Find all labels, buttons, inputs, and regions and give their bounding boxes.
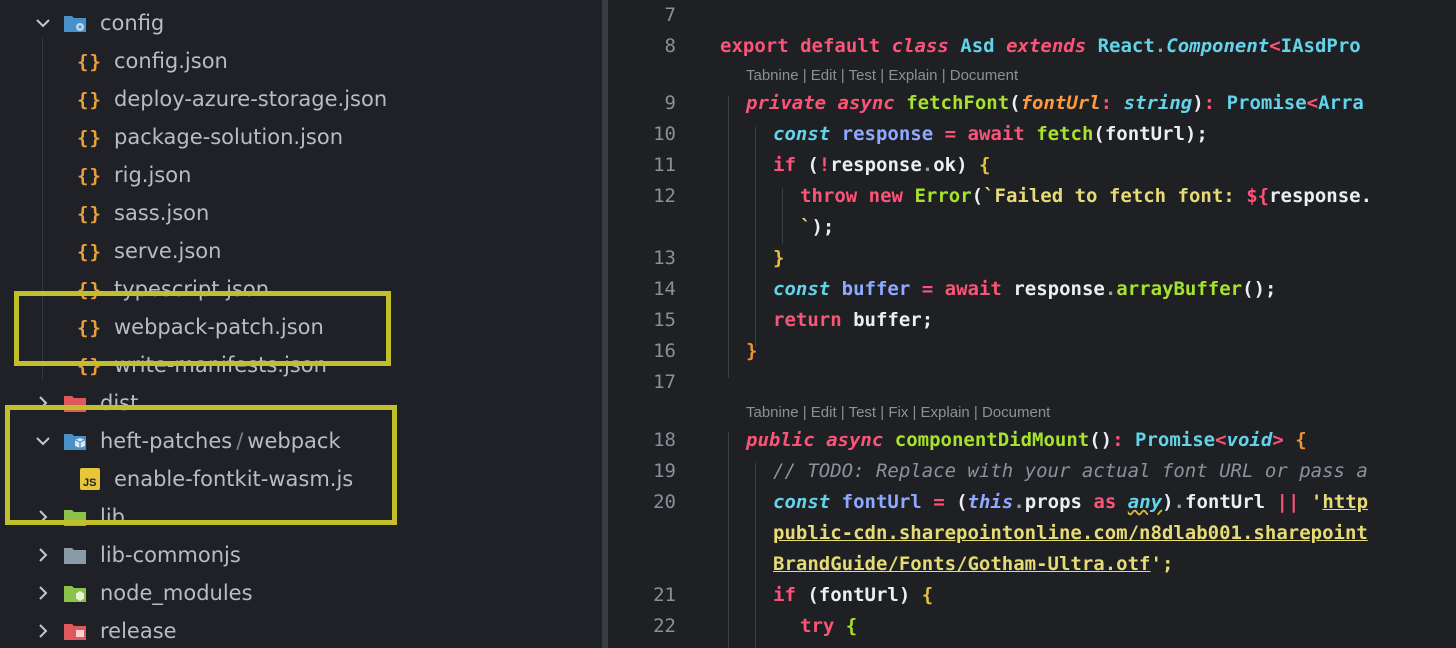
tree-file-package-solution-json[interactable]: {} package-solution.json: [0, 118, 602, 156]
tree-label: serve.json: [114, 239, 222, 263]
tabnine-codelens[interactable]: Tabnine | Edit | Test | Explain | Docume…: [746, 67, 1018, 84]
code-line-21: if (fontUrl) {: [773, 584, 934, 606]
tree-folder-node-modules[interactable]: node_modules: [0, 574, 602, 612]
tree-file-config-json[interactable]: {} config.json: [0, 42, 602, 80]
code-line-20: const fontUrl = (this.props as any).font…: [773, 491, 1369, 513]
code-line-19: // TODO: Replace with your actual font U…: [773, 460, 1368, 482]
code-line-18: public async componentDidMount(): Promis…: [746, 429, 1307, 451]
tree-file-deploy-azure-storage-json[interactable]: {} deploy-azure-storage.json: [0, 80, 602, 118]
json-icon: {}: [77, 51, 102, 73]
line-number: 21: [653, 584, 676, 606]
code-line-12: throw new Error(`Failed to fetch font: $…: [800, 185, 1373, 207]
indent-guide: [782, 188, 783, 244]
code-line-10: const response = await fetch(fontUrl);: [773, 123, 1208, 145]
tabnine-codelens[interactable]: Tabnine | Edit | Test | Fix | Explain | …: [746, 404, 1050, 421]
line-number: 12: [653, 185, 676, 207]
code-line-14: const buffer = await response.arrayBuffe…: [773, 278, 1277, 300]
tree-file-serve-json[interactable]: {} serve.json: [0, 232, 602, 270]
line-number: 10: [653, 123, 676, 145]
file-explorer: config {} config.json {} deploy-azure-st…: [0, 0, 602, 648]
tree-label: package-solution.json: [114, 125, 344, 149]
folder-icon: [64, 548, 86, 564]
indent-guide: [728, 96, 729, 378]
line-number: 13: [653, 247, 676, 269]
tree-label: release: [100, 619, 177, 643]
indent-guide: [728, 432, 729, 648]
tree-label: config.json: [114, 49, 228, 73]
tree-label: sass.json: [114, 201, 210, 225]
line-number: 18: [653, 429, 676, 451]
line-number: 11: [653, 154, 676, 176]
code-line-12-wrap: `);: [800, 216, 835, 238]
json-icon: {}: [77, 89, 102, 111]
line-number: 17: [653, 371, 676, 393]
line-number: 8: [664, 35, 676, 57]
tree-label: config: [100, 11, 165, 35]
chevron-right-icon: [39, 548, 48, 562]
node-folder-icon: [64, 586, 86, 602]
code-line-15: return buffer;: [773, 309, 934, 331]
indent-guide: [755, 463, 756, 648]
line-number: 7: [664, 4, 676, 26]
chevron-down-icon: [36, 19, 50, 28]
json-icon: {}: [77, 241, 102, 263]
json-icon: {}: [77, 127, 102, 149]
chevron-right-icon: [39, 624, 48, 638]
code-line-20-wrap-1: public-cdn.sharepointonline.com/n8dlab00…: [773, 522, 1368, 544]
tree-label: lib-commonjs: [100, 543, 241, 567]
code-line-16: }: [746, 340, 758, 362]
code-line-11: if (!response.ok) {: [773, 154, 991, 176]
config-folder-icon: [64, 16, 86, 32]
code-line-20-wrap-2: BrandGuide/Fonts/Gotham-Ultra.otf';: [773, 553, 1174, 575]
highlight-box-heft-patches: [5, 405, 397, 525]
tree-folder-lib-commonjs[interactable]: lib-commonjs: [0, 536, 602, 574]
highlight-box-webpack-patch: [14, 291, 391, 366]
tree-folder-config[interactable]: config: [0, 4, 602, 42]
line-number: 22: [653, 615, 676, 637]
indent-guide: [755, 127, 756, 347]
tree-label: rig.json: [114, 163, 192, 187]
tree-folder-release[interactable]: release: [0, 612, 602, 648]
code-editor[interactable]: 7 8 9 10 11 12 13 14 15 16 17 18 19 20 2…: [608, 0, 1456, 648]
code-line-9: private async fetchFont(fontUrl: string)…: [746, 92, 1364, 114]
line-number: 14: [653, 278, 676, 300]
code-line-22: try {: [800, 615, 858, 637]
code-line-8: export default class Asd extends React.C…: [720, 35, 1361, 57]
release-folder-icon: [64, 624, 86, 640]
line-number: 16: [653, 340, 676, 362]
json-icon: {}: [77, 203, 102, 225]
tree-file-rig-json[interactable]: {} rig.json: [0, 156, 602, 194]
line-number: 20: [653, 491, 676, 513]
tree-label: deploy-azure-storage.json: [114, 87, 388, 111]
json-icon: {}: [77, 165, 102, 187]
code-line-13: }: [773, 247, 785, 269]
line-number: 19: [653, 460, 676, 482]
line-number: 15: [653, 309, 676, 331]
chevron-right-icon: [39, 586, 48, 600]
tree-label: node_modules: [100, 581, 253, 605]
line-number: 9: [664, 92, 676, 114]
tree-file-sass-json[interactable]: {} sass.json: [0, 194, 602, 232]
